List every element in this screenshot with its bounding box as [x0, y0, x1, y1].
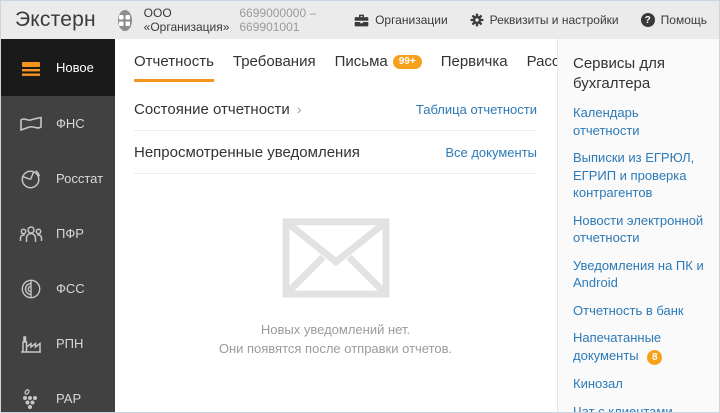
link-pc-android-notifications[interactable]: Уведомления на ПК и Android	[573, 257, 707, 292]
briefcase-icon	[354, 14, 369, 27]
link-e-reporting-news[interactable]: Новости электронной отчетности	[573, 212, 707, 247]
nav-label: РАР	[56, 391, 82, 406]
organizations-button[interactable]: Организации	[354, 13, 448, 27]
nav-label: Новое	[56, 60, 94, 75]
help-button[interactable]: ? Помощь	[640, 13, 707, 27]
printed-documents-badge: 8	[647, 350, 663, 366]
link-client-chat[interactable]: Чат с клиентами	[573, 403, 707, 412]
link-kinozal[interactable]: Кинозал	[573, 375, 707, 393]
new-stack-icon	[18, 59, 44, 77]
nav-item-rpn[interactable]: РПН	[1, 316, 115, 371]
tab-trebovaniya[interactable]: Требования	[233, 53, 316, 82]
nav-item-novoe[interactable]: Новое	[1, 39, 115, 96]
envelope-icon	[282, 218, 390, 303]
org-codes: 6699000000 – 669901001	[239, 6, 317, 34]
all-documents-link[interactable]: Все документы	[445, 145, 537, 160]
target-circle-icon	[18, 278, 44, 300]
empty-state-text: Новых уведомлений нет. Они появятся посл…	[218, 322, 453, 356]
tab-pisma[interactable]: Письма 99+	[335, 53, 422, 82]
link-reporting-calendar[interactable]: Календарь отчетности	[573, 104, 707, 139]
main-content: Отчетность Требования Письма 99+ Первичк…	[115, 39, 614, 412]
tab-otchetnost[interactable]: Отчетность	[134, 53, 214, 82]
grapes-icon	[18, 388, 44, 409]
reporting-table-link[interactable]: Таблица отчетности	[416, 102, 537, 117]
flag-icon	[18, 115, 44, 133]
organizations-label: Организации	[375, 13, 448, 27]
tabs-bar: Отчетность Требования Письма 99+ Первичк…	[134, 53, 614, 82]
unread-notifications-row: Непросмотренные уведомления Все документ…	[134, 131, 537, 174]
nav-label: ПФР	[56, 226, 84, 241]
left-nav: Новое ФНС Росстат ПФР ФСС РПН РАР	[1, 39, 115, 412]
pisma-badge: 99+	[392, 54, 422, 69]
tab-pervichka[interactable]: Первичка	[441, 53, 508, 82]
services-panel: Сервисы для бухгалтера Календарь отчетно…	[557, 39, 719, 412]
top-header: Экстерн ООО «Организация» 6699000000 – 6…	[1, 1, 719, 39]
nav-label: ФСС	[56, 281, 85, 296]
pie-chart-icon	[18, 168, 44, 190]
org-switcher[interactable]: ООО «Организация» 6699000000 – 669901001	[117, 6, 332, 34]
nav-item-rar[interactable]: РАР	[1, 371, 115, 412]
chevron-right-icon: ›	[296, 101, 302, 117]
help-icon: ?	[640, 13, 655, 27]
unread-notifications-title: Непросмотренные уведомления	[134, 144, 360, 161]
nav-item-rosstat[interactable]: Росстат	[1, 151, 115, 206]
nav-item-fss[interactable]: ФСС	[1, 261, 115, 316]
reporting-state-row: Состояние отчетности › Таблица отчетности	[134, 88, 537, 131]
link-bank-reporting[interactable]: Отчетность в банк	[573, 302, 707, 320]
apps-grid-icon[interactable]	[117, 9, 132, 31]
link-printed-documents[interactable]: Напечатанные документы 8	[573, 329, 707, 366]
gear-icon	[470, 13, 484, 27]
help-label: Помощь	[660, 13, 707, 27]
nav-label: ФНС	[56, 116, 85, 131]
services-title: Сервисы для бухгалтера	[573, 55, 665, 92]
reporting-state-title[interactable]: Состояние отчетности ›	[134, 101, 301, 118]
settings-label: Реквизиты и настройки	[489, 13, 619, 27]
nav-item-fns[interactable]: ФНС	[1, 96, 115, 151]
org-name[interactable]: ООО «Организация»	[144, 6, 230, 34]
nav-item-pfr[interactable]: ПФР	[1, 206, 115, 261]
people-icon	[18, 224, 44, 244]
link-egrul-extracts[interactable]: Выписки из ЕГРЮЛ, ЕГРИП и проверка контр…	[573, 149, 707, 202]
app-logo: Экстерн	[15, 8, 96, 31]
nav-label: РПН	[56, 336, 84, 351]
settings-button[interactable]: Реквизиты и настройки	[470, 13, 619, 27]
factory-icon	[18, 334, 44, 354]
empty-notifications-state: Новых уведомлений нет. Они появятся посл…	[134, 174, 537, 412]
extern-app-window: Экстерн ООО «Организация» 6699000000 – 6…	[0, 0, 720, 413]
nav-label: Росстат	[56, 171, 104, 186]
